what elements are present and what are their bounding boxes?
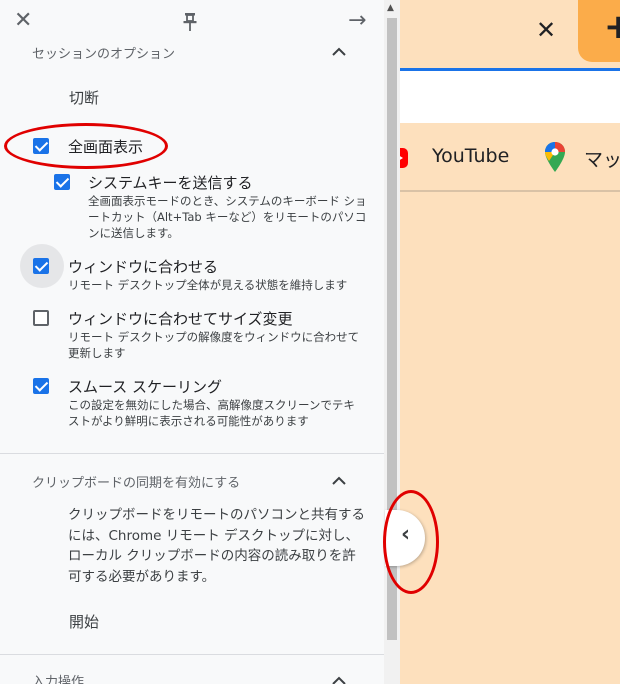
address-bar[interactable]: [384, 71, 620, 123]
clipboard-description: クリップボードをリモートのパソコンと共有するには、Chrome リモート デスク…: [68, 507, 365, 585]
smooth-scaling-label[interactable]: スムース スケーリング: [68, 376, 222, 397]
tab-close-icon[interactable]: ✕: [536, 18, 556, 42]
fit-to-window-checkbox[interactable]: [33, 258, 49, 274]
maps-icon: [545, 142, 565, 172]
new-tab-button[interactable]: +: [578, 0, 620, 62]
send-system-keys-description: 全画面表示モードのとき、システムのキーボード ショートカット（Alt+Tab キ…: [88, 194, 367, 240]
smooth-scaling-description: この設定を無効にした場合、高解像度スクリーンでテキストがより鮮明に表示される可能…: [68, 398, 355, 428]
plus-icon: +: [604, 7, 620, 47]
pin-glyph: [183, 13, 197, 31]
annotation-ellipse: [4, 123, 168, 169]
smooth-scaling-checkbox[interactable]: [33, 378, 49, 394]
content-divider: [384, 190, 620, 192]
bookmark-youtube[interactable]: YouTube: [432, 145, 509, 167]
pin-icon[interactable]: [182, 12, 198, 37]
disconnect-link[interactable]: 切断: [69, 87, 99, 108]
annotation-ellipse: [383, 490, 439, 594]
options-side-panel: ✕ → セッションのオプション 切断 全画面表示 システムキーを送信する 全画面…: [0, 0, 384, 684]
send-system-keys-checkbox[interactable]: [54, 174, 70, 190]
send-system-keys-label[interactable]: システムキーを送信する: [88, 172, 253, 193]
resize-to-fit-label[interactable]: ウィンドウに合わせてサイズ変更: [68, 308, 293, 329]
chevron-up-icon[interactable]: [332, 476, 346, 485]
fit-to-window-description: リモート デスクトップ全体が見える状態を維持します: [68, 278, 348, 292]
bookmark-maps[interactable]: マップ: [584, 145, 620, 172]
fit-to-window-label[interactable]: ウィンドウに合わせる: [68, 256, 218, 277]
scroll-up-arrow-icon[interactable]: ▲: [387, 3, 394, 13]
resize-to-fit-checkbox[interactable]: [33, 310, 49, 326]
clipboard-start-link[interactable]: 開始: [69, 611, 99, 632]
section-divider: [0, 453, 384, 454]
arrow-right-icon[interactable]: →: [348, 10, 366, 32]
section-divider: [0, 654, 384, 655]
chevron-up-icon[interactable]: [332, 47, 346, 56]
chevron-up-icon[interactable]: [332, 676, 346, 684]
resize-to-fit-description: リモート デスクトップの解像度をウィンドウに合わせて更新します: [68, 330, 360, 360]
close-icon[interactable]: ✕: [14, 10, 32, 32]
section-title-input: 入力操作: [32, 675, 85, 684]
section-title-session-options: セッションのオプション: [32, 47, 176, 62]
section-title-clipboard: クリップボードの同期を有効にする: [32, 476, 241, 491]
